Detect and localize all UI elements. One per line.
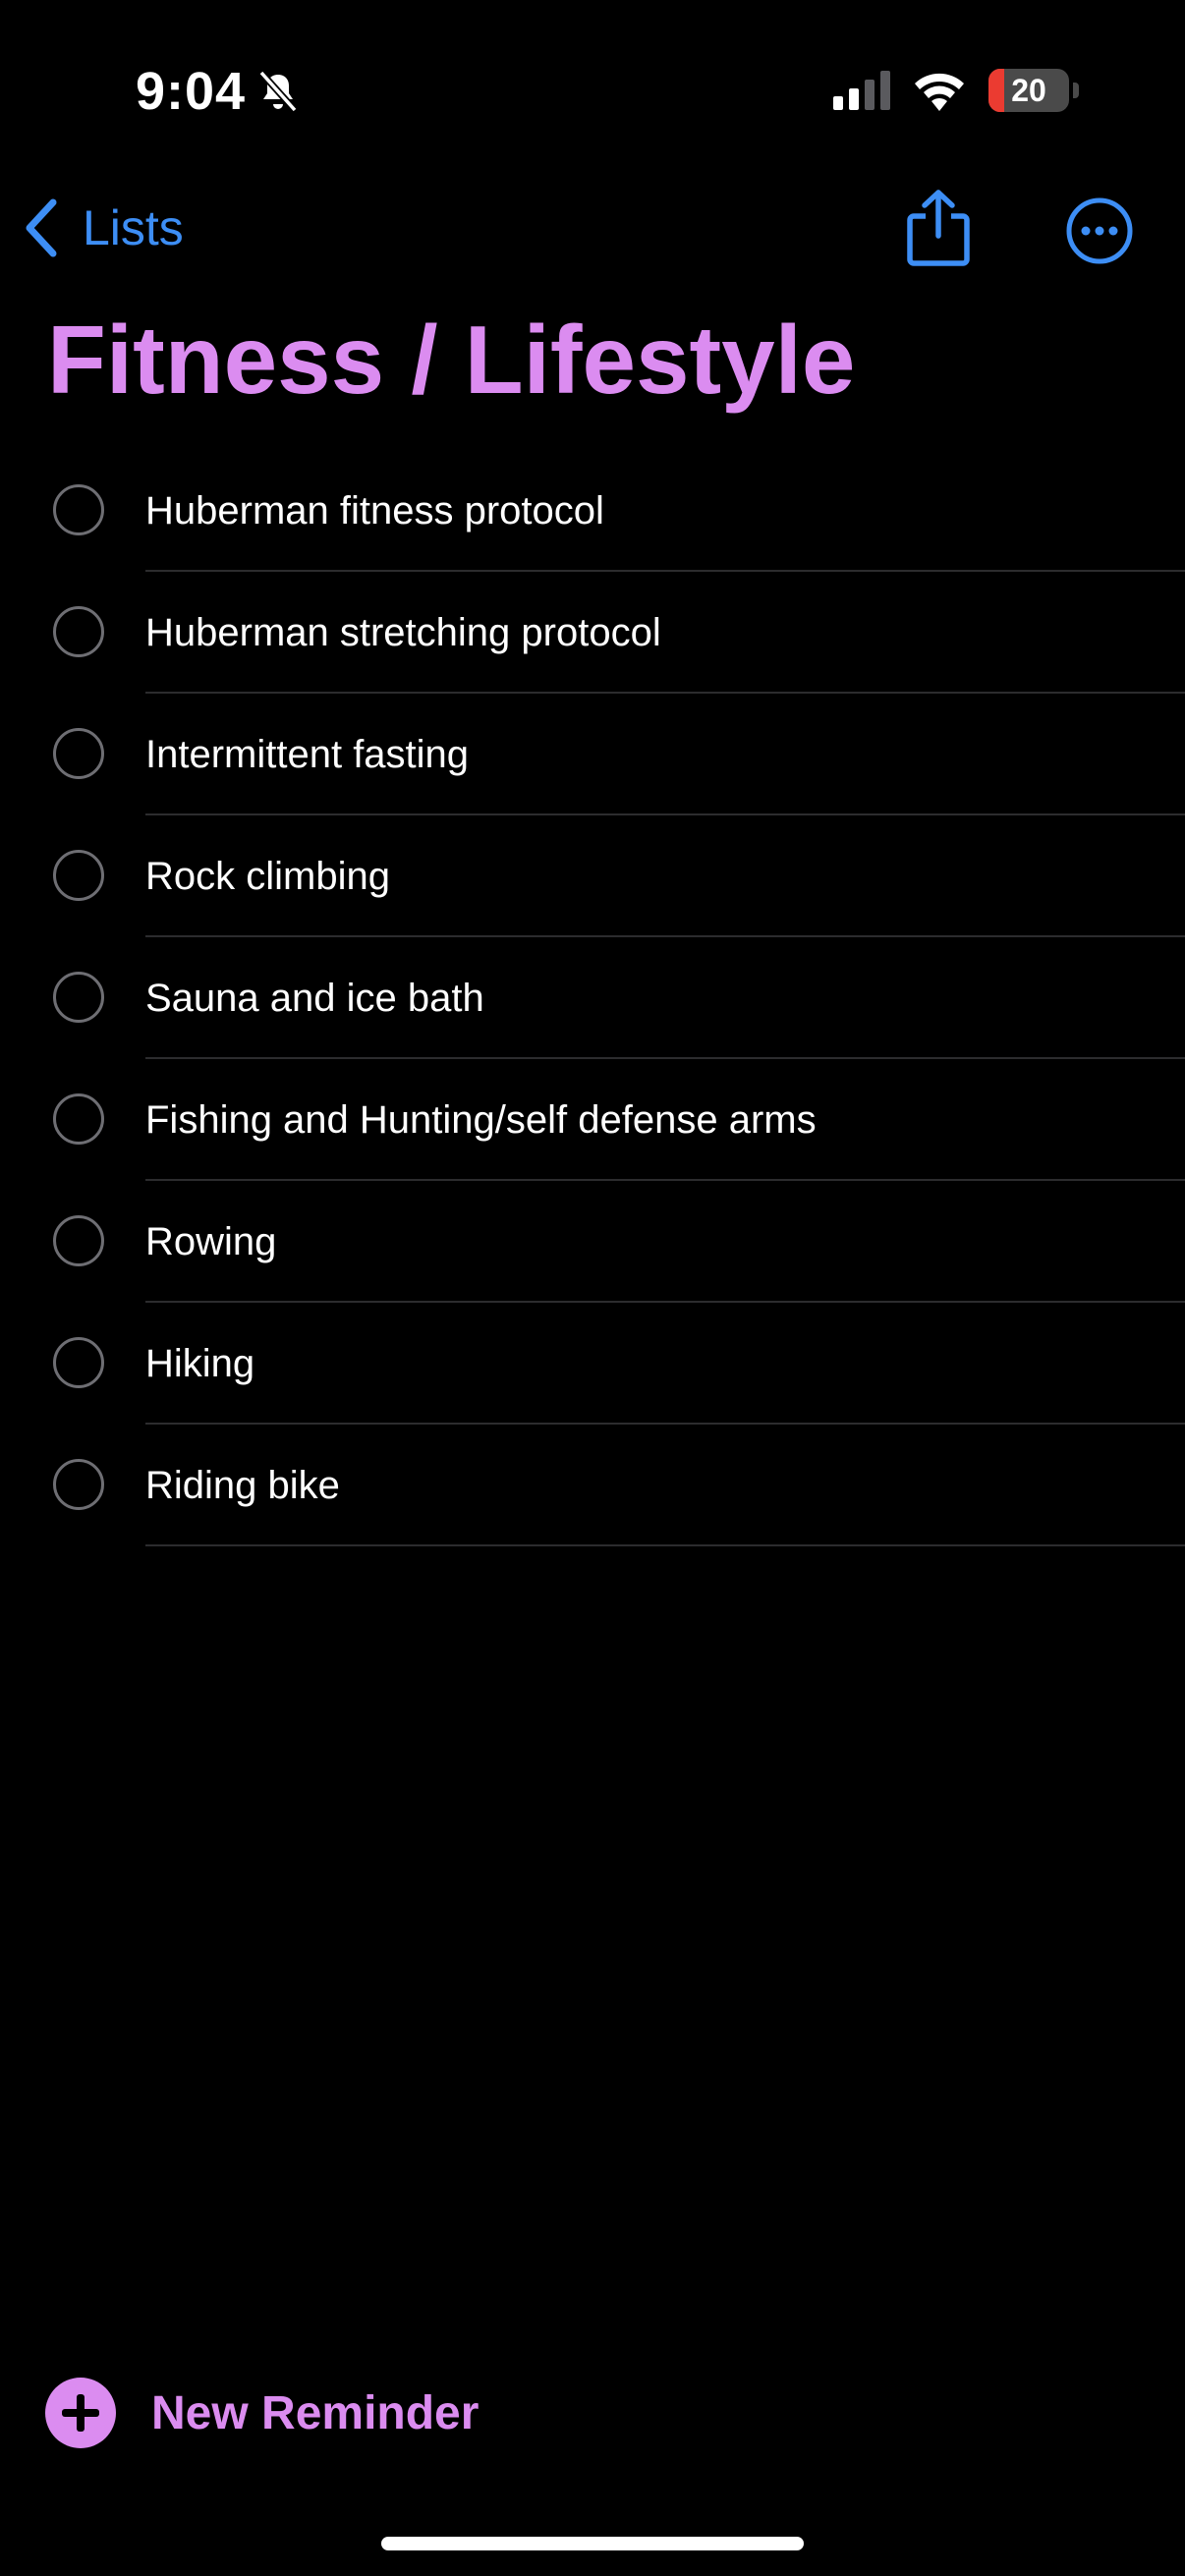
- reminder-title[interactable]: Riding bike: [145, 1425, 340, 1546]
- reminder-row[interactable]: Fishing and Hunting/self defense arms: [0, 1059, 1185, 1181]
- chevron-left-icon: [26, 198, 57, 257]
- reminder-row[interactable]: Sauna and ice bath: [0, 937, 1185, 1059]
- back-button-label: Lists: [83, 200, 184, 255]
- reminder-row[interactable]: Riding bike: [0, 1425, 1185, 1546]
- reminders-list: Huberman fitness protocol Huberman stret…: [0, 450, 1185, 1546]
- reminder-row[interactable]: Intermittent fasting: [0, 694, 1185, 815]
- plus-circle-icon: [45, 2378, 116, 2448]
- reminder-title[interactable]: Hiking: [145, 1303, 254, 1425]
- completion-circle[interactable]: [53, 850, 104, 901]
- share-icon[interactable]: [904, 189, 973, 267]
- reminder-row[interactable]: Rowing: [0, 1181, 1185, 1303]
- status-bar: 9:04 20: [0, 0, 1185, 187]
- new-reminder-label: New Reminder: [151, 2386, 480, 2439]
- reminder-title[interactable]: Fishing and Hunting/self defense arms: [145, 1059, 817, 1181]
- cellular-signal-icon: [833, 71, 890, 110]
- reminder-title[interactable]: Huberman fitness protocol: [145, 450, 604, 572]
- reminder-title[interactable]: Huberman stretching protocol: [145, 572, 661, 694]
- reminder-title[interactable]: Sauna and ice bath: [145, 937, 484, 1059]
- battery-cap: [1073, 83, 1079, 98]
- completion-circle[interactable]: [53, 1093, 104, 1145]
- home-indicator[interactable]: [381, 2537, 804, 2550]
- bell-slash-icon: [258, 70, 298, 113]
- status-time-group: 9:04: [136, 61, 301, 122]
- completion-circle[interactable]: [53, 1215, 104, 1266]
- list-title: Fitness / Lifestyle: [47, 306, 856, 414]
- back-button[interactable]: Lists: [22, 196, 184, 259]
- completion-circle[interactable]: [53, 972, 104, 1023]
- ellipsis-circle-icon[interactable]: [1065, 196, 1134, 265]
- reminder-row[interactable]: Huberman stretching protocol: [0, 572, 1185, 694]
- status-time: 9:04: [136, 62, 247, 121]
- status-indicators: 20: [833, 69, 1079, 112]
- battery-level: 20: [1011, 72, 1046, 108]
- battery-indicator: 20: [988, 69, 1069, 112]
- completion-circle[interactable]: [53, 1337, 104, 1388]
- row-divider: [145, 1544, 1185, 1546]
- reminder-row[interactable]: Rock climbing: [0, 815, 1185, 937]
- reminder-row[interactable]: Hiking: [0, 1303, 1185, 1425]
- reminder-title[interactable]: Rock climbing: [145, 815, 390, 937]
- reminder-title[interactable]: Rowing: [145, 1181, 276, 1303]
- new-reminder-button[interactable]: New Reminder: [45, 2378, 479, 2448]
- reminder-title[interactable]: Intermittent fasting: [145, 694, 469, 815]
- completion-circle[interactable]: [53, 484, 104, 535]
- reminder-row[interactable]: Huberman fitness protocol: [0, 450, 1185, 572]
- completion-circle[interactable]: [53, 606, 104, 657]
- completion-circle[interactable]: [53, 1459, 104, 1510]
- completion-circle[interactable]: [53, 728, 104, 779]
- wifi-icon: [915, 73, 964, 111]
